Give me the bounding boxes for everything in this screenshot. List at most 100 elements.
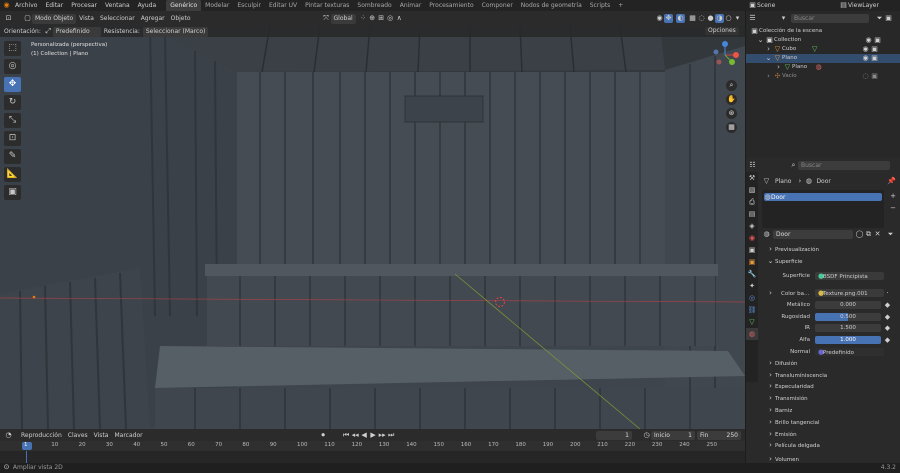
section-volume[interactable]: › Volumen: [766, 455, 799, 463]
current-frame-field[interactable]: 1: [596, 430, 632, 440]
transform-tool-icon[interactable]: ⊡: [4, 131, 21, 146]
menu-vista-timeline[interactable]: Vista: [94, 432, 109, 439]
outliner-search-input[interactable]: Buscar: [791, 13, 869, 23]
shading-rendered-icon[interactable]: ○: [724, 14, 733, 23]
editor-type-icon[interactable]: ⊡: [4, 14, 13, 23]
tab-animar[interactable]: Animar: [396, 0, 426, 11]
tab-render-icon[interactable]: ▧: [746, 184, 758, 196]
chevron-down-icon[interactable]: ⌄: [764, 54, 773, 63]
chevron-right-icon[interactable]: ›: [764, 72, 773, 81]
pan-hand-icon[interactable]: ✋: [726, 94, 737, 105]
blender-logo-icon[interactable]: ◉: [2, 1, 11, 10]
xray-icon[interactable]: ▦: [688, 14, 697, 23]
overlays-icon[interactable]: ◐: [676, 14, 685, 23]
keyframe-dot-icon[interactable]: ◆: [883, 301, 892, 310]
visibility-icon[interactable]: ◉: [655, 14, 664, 23]
outliner-row-plano-mesh[interactable]: › ▽ Plano ◍: [746, 63, 900, 72]
base-color-field[interactable]: ●Texture.png.001: [815, 289, 884, 297]
navigation-gizmo[interactable]: [708, 38, 742, 72]
camera-icon[interactable]: ▣: [870, 72, 879, 81]
pin-icon[interactable]: 📌: [887, 177, 896, 186]
measure-tool-icon[interactable]: 📐: [4, 167, 21, 182]
section-sheen[interactable]: › Brillo tangencial: [766, 418, 819, 428]
menu-archivo[interactable]: Archivo: [11, 0, 41, 11]
outliner-row-vacio[interactable]: › ✣ Vacío ◌ ▣: [746, 72, 900, 81]
add-slot-icon[interactable]: +: [887, 190, 899, 202]
tab-material-icon[interactable]: ◍: [746, 328, 758, 340]
proportional-edit-icon[interactable]: ◎: [386, 14, 395, 23]
tab-sombreado[interactable]: Sombreado: [353, 0, 395, 11]
select-tool-icon[interactable]: ⬚: [4, 41, 21, 56]
menu-procesar[interactable]: Procesar: [67, 0, 101, 11]
tab-modelar[interactable]: Modelar: [201, 0, 233, 11]
menu-vista[interactable]: Vista: [79, 15, 94, 22]
eye-icon[interactable]: ◉: [864, 36, 873, 45]
frame-end-field[interactable]: Fin 250: [697, 430, 741, 440]
cursor-tool-icon[interactable]: ◎: [4, 59, 21, 74]
filter-dropdown-icon[interactable]: ▾: [779, 14, 788, 23]
frame-start-field[interactable]: Inicio 1: [651, 430, 695, 440]
base-color-row[interactable]: › Color ba...: [766, 289, 810, 298]
menu-marcador[interactable]: Marcador: [114, 432, 142, 439]
zoom-icon[interactable]: ⌕: [726, 80, 737, 91]
tab-tool-icon[interactable]: ⚒: [746, 172, 758, 184]
play-reverse-icon[interactable]: ◀: [360, 431, 369, 440]
options-dropdown[interactable]: Opciones: [705, 27, 739, 35]
menu-objeto[interactable]: Objeto: [171, 15, 191, 22]
menu-seleccionar[interactable]: Seleccionar: [100, 15, 135, 22]
material-browse-icon[interactable]: ◍: [762, 230, 771, 239]
timeline-editor-icon[interactable]: ◔: [4, 431, 13, 440]
timeline-body[interactable]: [0, 451, 745, 463]
section-coat[interactable]: › Barniz: [766, 406, 792, 416]
tab-collection-icon[interactable]: ▣: [746, 244, 758, 256]
move-tool-icon[interactable]: ✥: [4, 77, 21, 92]
record-icon[interactable]: ⏺: [319, 431, 328, 440]
pivot-point-icon[interactable]: ⁘: [359, 14, 368, 23]
menu-agregar[interactable]: Agregar: [141, 15, 165, 22]
material-slot-list[interactable]: ◍ Door: [762, 190, 884, 228]
tab-nodos-geometria[interactable]: Nodos de geometría: [517, 0, 586, 11]
eye-icon[interactable]: ◉: [861, 54, 870, 63]
shading-wireframe-icon[interactable]: ◌: [697, 14, 706, 23]
remove-slot-icon[interactable]: −: [887, 202, 899, 214]
section-transmission[interactable]: › Transmisión: [766, 394, 808, 404]
camera-icon[interactable]: ▣: [870, 45, 879, 54]
fake-user-icon[interactable]: ◯: [855, 230, 864, 239]
tab-pintar-texturas[interactable]: Pintar texturas: [301, 0, 353, 11]
menu-editar[interactable]: Editar: [41, 0, 67, 11]
tab-physics-icon[interactable]: ◎: [746, 292, 758, 304]
orientation-dropdown[interactable]: Predefinido: [52, 26, 101, 37]
section-diffusion[interactable]: › Difusión: [766, 359, 797, 369]
section-preview[interactable]: › Previsualización: [766, 245, 819, 255]
camera-icon[interactable]: ▣: [873, 36, 882, 45]
section-thin-film[interactable]: › Película delgada: [766, 441, 820, 451]
jump-start-icon[interactable]: ⏮: [342, 431, 351, 440]
tab-object-icon[interactable]: ▣: [746, 256, 758, 268]
gizmo-toggle-icon[interactable]: ✥: [664, 14, 673, 23]
section-subsurface[interactable]: › Translumíniscencia: [766, 371, 827, 381]
alpha-slider[interactable]: 1.000: [815, 336, 881, 344]
roughness-slider[interactable]: 0.500: [815, 313, 881, 321]
properties-search-input[interactable]: Buscar: [798, 160, 890, 170]
tab-componer[interactable]: Componer: [478, 0, 517, 11]
section-surface[interactable]: ⌄ Superficie: [766, 257, 803, 267]
proportional-falloff-icon[interactable]: ∧: [395, 14, 404, 23]
tab-generico[interactable]: Genérico: [166, 0, 202, 11]
tab-data-icon[interactable]: ▽: [746, 316, 758, 328]
tab-view-layer-icon[interactable]: ▤: [746, 208, 758, 220]
tab-esculpir[interactable]: Esculpir: [233, 0, 265, 11]
tab-modifiers-icon[interactable]: 🔧: [746, 268, 758, 280]
tab-output-icon[interactable]: ⎙: [746, 196, 758, 208]
tab-scene-icon[interactable]: ◈: [746, 220, 758, 232]
scale-tool-icon[interactable]: ⤡: [4, 113, 21, 128]
transform-orientation-dropdown[interactable]: Global: [330, 13, 356, 24]
unlink-material-icon[interactable]: ✕: [873, 230, 882, 239]
surface-shader-field[interactable]: ●BSDF Principista: [815, 272, 884, 280]
duplicate-material-icon[interactable]: ⧉: [864, 230, 873, 239]
tab-scripts[interactable]: Scripts: [586, 0, 615, 11]
mode-dropdown[interactable]: Modo Objeto: [32, 13, 77, 24]
outliner-row-plano[interactable]: ⌄ ▽ Plano ◉ ▣: [746, 54, 900, 63]
preview-range-icon[interactable]: ◷: [642, 431, 651, 440]
keyframe-dot-icon[interactable]: ◆: [883, 336, 892, 345]
outliner-row-cubo[interactable]: › ▽ Cubo ▽ ◉ ▣: [746, 45, 900, 54]
